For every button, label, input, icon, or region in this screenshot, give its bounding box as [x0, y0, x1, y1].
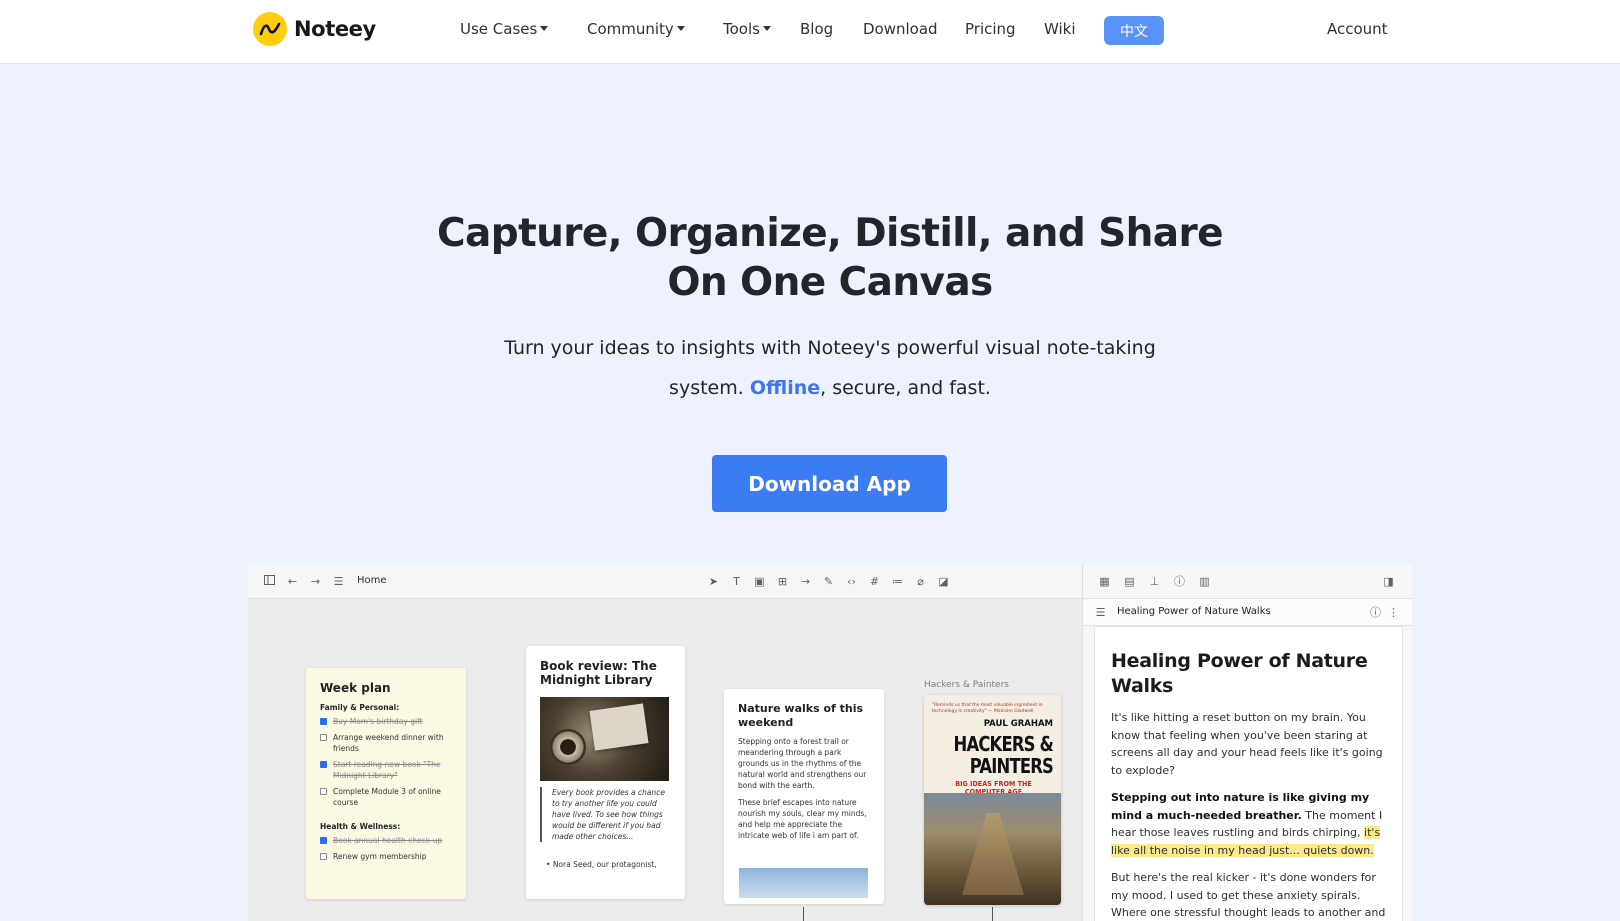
todo-text: Buy Mom's birthday gift	[333, 717, 423, 726]
todo-text: Complete Module 3 of online course	[333, 787, 441, 807]
attachment-icon[interactable]: ⌀	[913, 574, 928, 589]
nature-walks-card[interactable]: Nature walks of this weekend Stepping on…	[724, 689, 884, 904]
book-bullet: • Nora Seed, our protagonist,	[546, 860, 657, 869]
book-cover-image[interactable]: "Reminds us that the most valuable ingre…	[924, 695, 1061, 905]
nav-tools[interactable]: Tools	[723, 20, 771, 38]
checkbox[interactable]	[320, 734, 327, 741]
todo-text: Renew gym membership	[333, 852, 427, 861]
connector-arrow	[992, 907, 993, 921]
note-panel: ▦ ▤ ⊥ ⓘ ▥ ◨ ☰ Healing Power of Nature Wa…	[1082, 564, 1412, 921]
panel-toggle-icon[interactable]: ◨	[1381, 574, 1396, 589]
brand-name: Noteey	[294, 17, 376, 41]
hero-title-line2: On One Canvas	[667, 260, 993, 305]
pen-tool-icon[interactable]: ✎	[821, 574, 836, 589]
nav-pricing[interactable]: Pricing	[965, 20, 1016, 38]
book-bullet-text: Nora Seed, our protagonist,	[552, 860, 657, 869]
hero-title-line1: Capture, Organize, Distill, and Share	[437, 211, 1224, 256]
todo-item[interactable]: Arrange weekend dinner with friends	[320, 732, 452, 754]
canvas-toolbar: ← → ☰ Home ➤ T ▣ ⊞ → ✎ ‹› # ≔ ⌀ ◪	[248, 564, 1082, 599]
stamp-icon[interactable]: ⊥	[1147, 574, 1162, 589]
nature-card-paragraph: These brief escapes into nature nourish …	[738, 798, 867, 840]
image-tool-icon[interactable]: ▣	[752, 574, 767, 589]
week-plan-section: Family & Personal:	[320, 703, 400, 712]
todo-item[interactable]: Complete Module 3 of online course	[320, 786, 452, 808]
forward-arrow-icon[interactable]: →	[308, 574, 323, 589]
nature-card-title: Nature walks of this weekend	[738, 702, 864, 729]
caret-down-icon	[762, 26, 771, 31]
pointer-icon[interactable]: ➤	[706, 574, 721, 589]
cover-author: PAUL GRAHAM	[983, 719, 1053, 729]
note-heading: Healing Power of Nature Walks	[1111, 650, 1368, 697]
book-review-title: Book review: The Midnight Library	[540, 659, 657, 687]
caret-down-icon	[540, 26, 549, 31]
top-navbar: Noteey Use Cases Community Tools Blog Do…	[0, 0, 1620, 64]
back-arrow-icon[interactable]: ←	[285, 574, 300, 589]
todo-item[interactable]: Book annual health check-up	[320, 835, 452, 846]
logo-mark-icon	[253, 12, 287, 46]
nav-account[interactable]: Account	[1327, 20, 1388, 38]
note-paragraph: But here's the real kicker - it's done w…	[1111, 871, 1386, 919]
checkbox[interactable]	[320, 788, 327, 795]
hero-title: Capture, Organize, Distill, and Share On…	[380, 209, 1280, 307]
outline-tool-icon[interactable]: ≔	[890, 574, 905, 589]
nature-card-paragraph: Stepping onto a forest trail or meanderi…	[738, 737, 867, 790]
connector-arrow	[803, 907, 804, 921]
brand-logo[interactable]: Noteey	[253, 12, 376, 46]
book-photo	[540, 697, 669, 781]
hero-subtitle-accent: Offline	[749, 377, 821, 399]
todo-text: Arrange weekend dinner with friends	[333, 733, 444, 753]
sidebar-toggle-icon[interactable]	[262, 574, 277, 589]
book-cover-label: Hackers & Painters	[924, 680, 1009, 690]
book-review-card[interactable]: Book review: The Midnight Library Every …	[526, 646, 685, 899]
hero-subtitle: Turn your ideas to insights with Noteey'…	[490, 328, 1170, 408]
download-app-button[interactable]: Download App	[712, 455, 947, 512]
week-plan-card[interactable]: Week plan Family & Personal: Buy Mom's b…	[306, 668, 466, 899]
todo-item[interactable]: Start reading new book "The Midnight Lib…	[320, 759, 452, 781]
list-icon[interactable]: ☰	[1093, 605, 1108, 620]
grid-tool-icon[interactable]: ⊞	[775, 574, 790, 589]
todo-item[interactable]: Buy Mom's birthday gift	[320, 716, 452, 727]
todo-item[interactable]: Renew gym membership	[320, 851, 452, 862]
week-plan-section: Health & Wellness:	[320, 822, 401, 831]
cover-title: HACKERS & PAINTERS	[953, 732, 1054, 778]
arrow-tool-icon[interactable]: →	[798, 574, 813, 589]
table-view-icon[interactable]: ▦	[1097, 574, 1112, 589]
panel-toolbar: ▦ ▤ ⊥ ⓘ ▥ ◨	[1083, 564, 1412, 599]
hero-subtitle-tail: , secure, and fast.	[820, 377, 991, 399]
todo-text: Book annual health check-up	[333, 836, 443, 845]
frame-tool-icon[interactable]: #	[867, 574, 882, 589]
language-toggle-button[interactable]: 中文	[1104, 16, 1164, 45]
checkbox[interactable]	[320, 853, 327, 860]
checkbox[interactable]	[320, 761, 327, 768]
code-tool-icon[interactable]: ‹›	[844, 574, 859, 589]
nav-download[interactable]: Download	[863, 20, 938, 38]
calendar-icon[interactable]: ▤	[1122, 574, 1137, 589]
breadcrumb[interactable]: Home	[357, 575, 387, 586]
note-title-bar: ☰ Healing Power of Nature Walks ⓘ ⋮	[1083, 599, 1412, 626]
note-bar-title: Healing Power of Nature Walks	[1117, 606, 1271, 617]
text-tool-icon[interactable]: T	[729, 574, 744, 589]
nav-community[interactable]: Community	[587, 20, 685, 38]
checkbox[interactable]	[320, 837, 327, 844]
note-paragraph: It's like hitting a reset button on my b…	[1111, 711, 1383, 777]
cover-blurb: "Reminds us that the most valuable ingre…	[932, 703, 1043, 714]
note-editor[interactable]: Healing Power of Nature Walks It's like …	[1094, 626, 1403, 921]
week-plan-title: Week plan	[320, 681, 391, 695]
sticky-note-icon[interactable]: ◪	[936, 574, 951, 589]
checkbox[interactable]	[320, 718, 327, 725]
note-paragraph: Stepping out into nature is like giving …	[1111, 789, 1386, 859]
list-icon[interactable]: ☰	[331, 574, 346, 589]
book-quote: Every book provides a chance to try anot…	[540, 787, 671, 842]
app-preview: ← → ☰ Home ➤ T ▣ ⊞ → ✎ ‹› # ≔ ⌀ ◪ Week p…	[248, 564, 1412, 921]
caret-down-icon	[676, 26, 685, 31]
map-icon[interactable]: ▥	[1197, 574, 1212, 589]
info-icon[interactable]: ⓘ	[1368, 605, 1383, 620]
info-icon[interactable]: ⓘ	[1172, 574, 1187, 589]
todo-text: Start reading new book "The Midnight Lib…	[333, 760, 441, 780]
nav-wiki[interactable]: Wiki	[1044, 20, 1076, 38]
nature-photo	[739, 868, 868, 898]
more-vertical-icon[interactable]: ⋮	[1386, 605, 1401, 620]
nav-blog[interactable]: Blog	[800, 20, 833, 38]
nav-use-cases[interactable]: Use Cases	[460, 20, 549, 38]
